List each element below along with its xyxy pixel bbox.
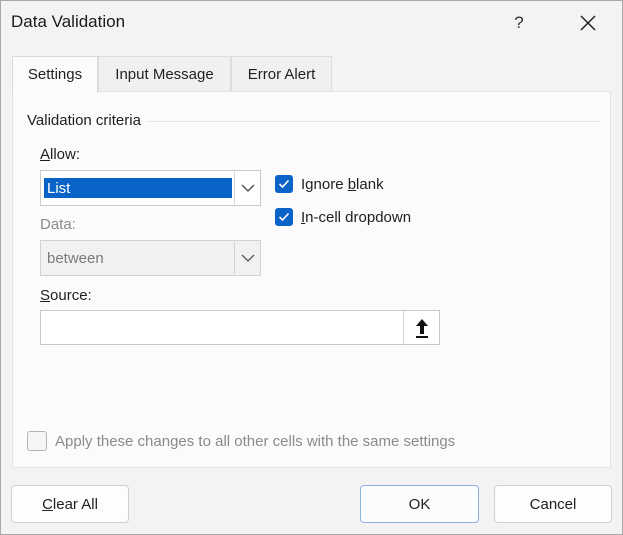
source-label-accelerator: S [40, 287, 51, 304]
help-button[interactable]: ? [501, 7, 537, 39]
data-select[interactable]: between [40, 240, 261, 276]
in-cell-dropdown-option[interactable]: In-cell dropdown [275, 206, 411, 228]
close-icon [580, 15, 596, 31]
chevron-down-icon [241, 254, 255, 262]
in-cell-dropdown-text: n-cell dropdown [305, 208, 412, 226]
checkmark-icon [278, 179, 290, 189]
settings-panel: Validation criteria Allow: List Data: be… [12, 91, 611, 468]
apply-to-all-option[interactable]: Apply these changes to all other cells w… [27, 430, 455, 452]
data-dropdown-button[interactable] [235, 241, 261, 275]
allow-select[interactable]: List [40, 170, 261, 206]
arrow-up-icon [415, 318, 428, 338]
allow-dropdown-button[interactable] [235, 171, 261, 205]
close-button[interactable] [567, 7, 609, 39]
ignore-blank-text-pre: Ignore [301, 175, 348, 193]
dialog-title: Data Validation [11, 12, 126, 31]
data-validation-dialog: Data Validation ? Settings Input Message… [0, 0, 623, 535]
apply-to-all-label: Apply these changes to all other cells w… [55, 432, 456, 450]
clear-all-text: lear All [52, 495, 98, 513]
ignore-blank-label: Ignore blank [301, 176, 384, 193]
clear-all-button[interactable]: Clear All [11, 485, 129, 523]
ignore-blank-accelerator: b [347, 175, 357, 193]
collapse-dialog-button[interactable] [403, 311, 439, 344]
ok-button[interactable]: OK [360, 485, 479, 523]
source-input[interactable] [40, 310, 440, 345]
allow-label: Allow: [40, 146, 80, 163]
title-bar: Data Validation ? [1, 1, 622, 45]
in-cell-dropdown-checkbox[interactable] [275, 208, 293, 226]
clear-all-accelerator: C [42, 495, 53, 513]
tab-error-alert[interactable]: Error Alert [231, 56, 332, 91]
allow-select-value: List [44, 178, 232, 198]
cancel-button[interactable]: Cancel [494, 485, 612, 523]
ignore-blank-text-post: lank [356, 175, 384, 193]
tab-settings[interactable]: Settings [12, 56, 98, 93]
data-select-value: between [47, 250, 104, 267]
ignore-blank-option[interactable]: Ignore blank [275, 173, 384, 195]
allow-label-text: llow: [50, 146, 81, 163]
validation-criteria-label: Validation criteria [27, 112, 147, 129]
checkmark-icon [278, 212, 290, 222]
source-label-text: ource: [50, 287, 92, 304]
allow-label-accelerator: A [40, 146, 51, 163]
apply-to-all-checkbox[interactable] [27, 431, 47, 451]
tab-input-message[interactable]: Input Message [98, 56, 231, 91]
data-label: Data: [40, 216, 76, 233]
chevron-down-icon [241, 184, 255, 192]
in-cell-dropdown-label: In-cell dropdown [301, 209, 411, 226]
ignore-blank-checkbox[interactable] [275, 175, 293, 193]
source-label: Source: [40, 287, 92, 304]
